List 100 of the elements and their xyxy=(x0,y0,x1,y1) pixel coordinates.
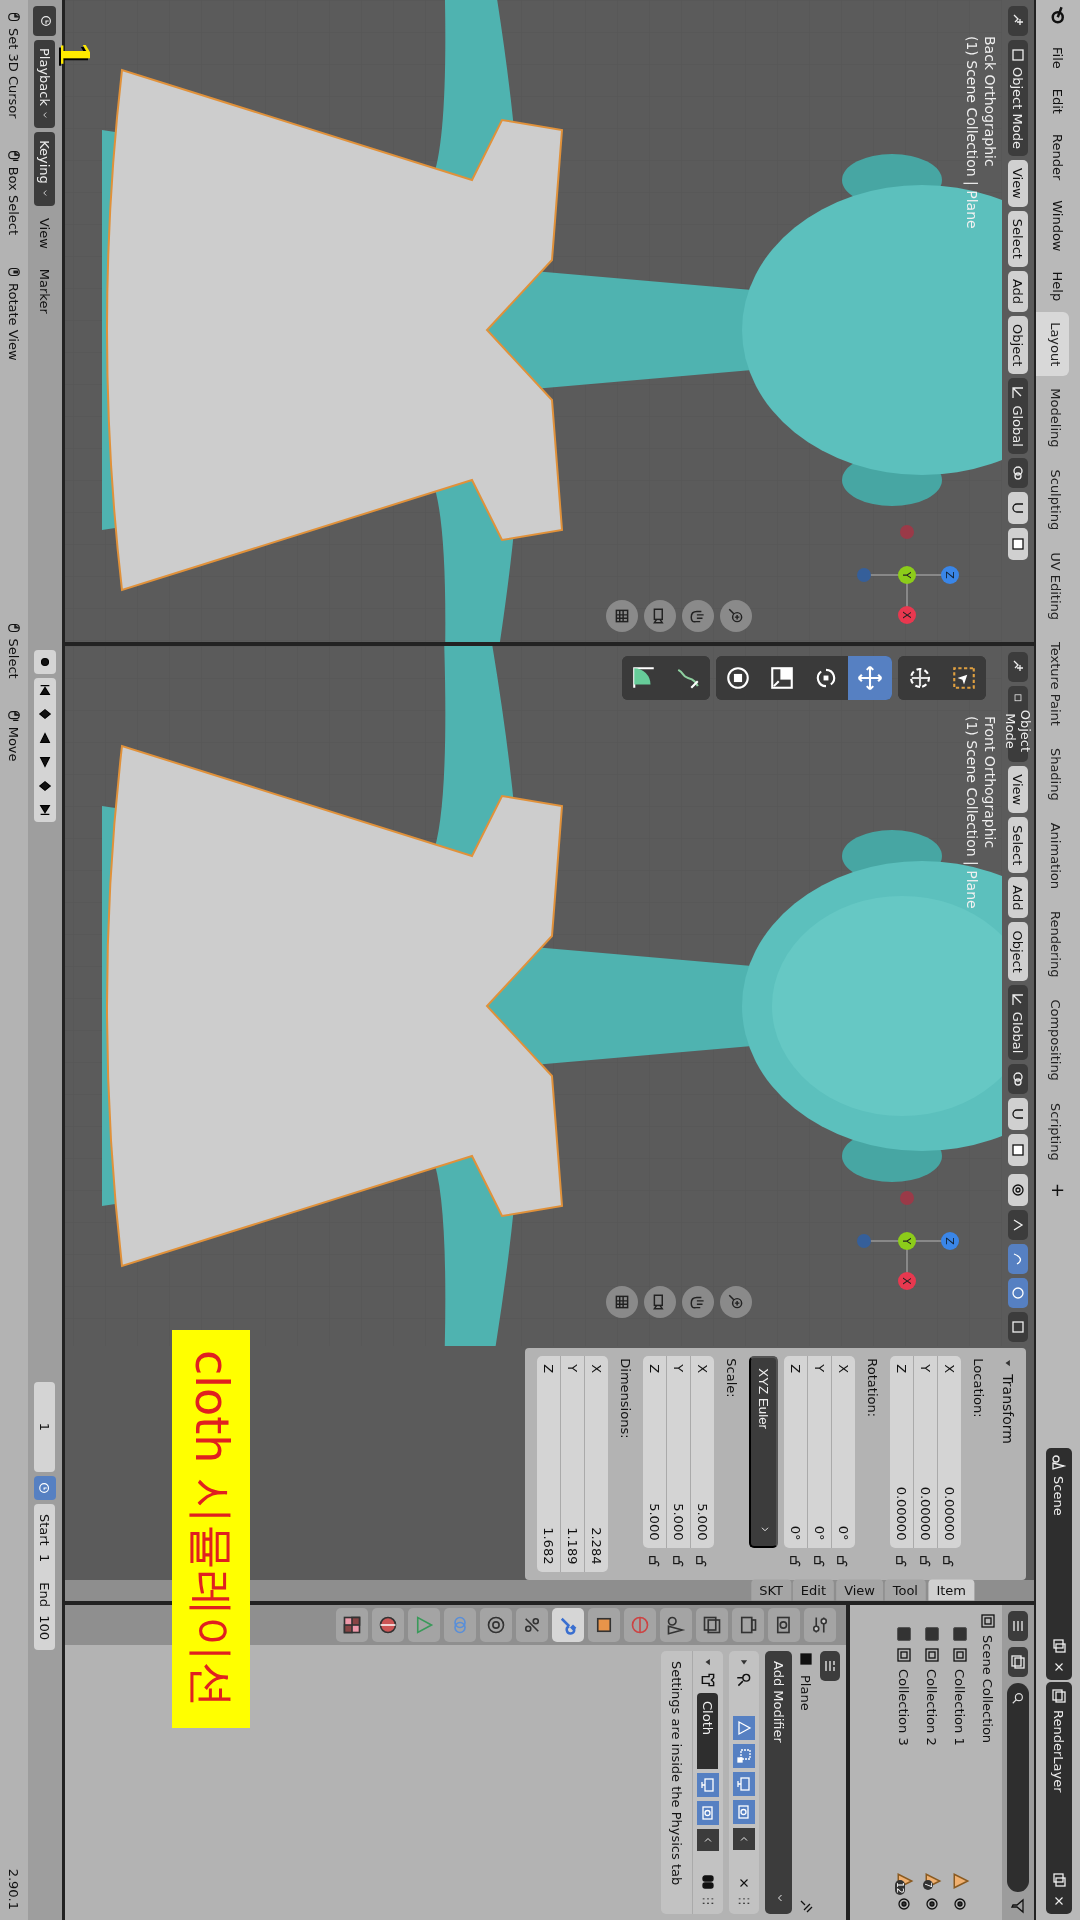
record-button[interactable] xyxy=(34,649,56,674)
properties-tab[interactable] xyxy=(516,1608,548,1642)
modifier-menu-button[interactable] xyxy=(733,1827,755,1850)
physics-toggle-icon[interactable] xyxy=(700,1874,716,1890)
sidebar-tab[interactable]: Item xyxy=(928,1580,974,1601)
shading-button[interactable] xyxy=(1008,1278,1028,1309)
timeline-menu[interactable]: Playback xyxy=(34,40,56,129)
viewport-menu[interactable]: Add xyxy=(1008,877,1028,919)
number-field[interactable]: X 0.00000 xyxy=(938,1356,961,1549)
menu-item[interactable]: Render xyxy=(1036,124,1071,190)
unlock-icon[interactable] xyxy=(671,1554,686,1569)
timeline-menu[interactable]: View xyxy=(34,209,56,257)
unlock-icon[interactable] xyxy=(812,1554,827,1569)
unlock-icon[interactable] xyxy=(918,1554,933,1569)
toggle-button[interactable] xyxy=(733,1743,755,1768)
number-field[interactable]: Y 0.00000 xyxy=(914,1356,937,1549)
number-field[interactable]: Z 0° xyxy=(784,1356,807,1549)
toggle-button[interactable] xyxy=(733,1715,755,1740)
properties-tab[interactable] xyxy=(372,1608,404,1642)
scene-selector[interactable]: Scene xyxy=(1046,1448,1072,1680)
eye-icon[interactable] xyxy=(896,1896,912,1912)
menu-item[interactable]: Window xyxy=(1036,191,1071,261)
move-icon[interactable] xyxy=(857,665,883,691)
gizmo-button[interactable] xyxy=(1008,1210,1028,1241)
add-workspace-button[interactable]: + xyxy=(1036,1172,1075,1208)
outliner-item[interactable]: Collection 2 xyxy=(924,1669,940,1866)
checkbox[interactable] xyxy=(953,1627,967,1641)
workspace-tab[interactable]: Modeling xyxy=(1036,378,1069,458)
number-field[interactable]: Y 5.000 xyxy=(667,1356,690,1549)
panel-title[interactable]: Transform xyxy=(1000,1374,1016,1444)
number-field[interactable]: Z 5.000 xyxy=(643,1356,666,1549)
editor-type-button[interactable] xyxy=(820,1651,840,1681)
toggle-button[interactable] xyxy=(697,1801,719,1825)
pivot-dropdown[interactable] xyxy=(1008,1064,1028,1095)
sidebar-tab[interactable]: SKT xyxy=(751,1580,792,1601)
snap-button[interactable] xyxy=(1008,1098,1028,1131)
properties-tab[interactable] xyxy=(804,1608,836,1642)
workspace-tab[interactable]: Animation xyxy=(1036,812,1069,899)
eye-icon[interactable] xyxy=(952,1896,968,1912)
editor-type-button[interactable] xyxy=(1008,652,1028,682)
viewport-menu[interactable]: Select xyxy=(1008,817,1028,874)
unlock-icon[interactable] xyxy=(788,1554,803,1569)
properties-tab[interactable] xyxy=(588,1608,620,1642)
sidebar-tab[interactable]: Tool xyxy=(885,1580,927,1601)
snap-button[interactable] xyxy=(1008,491,1028,524)
toggle-button[interactable] xyxy=(733,1771,755,1796)
number-field[interactable]: Y 1.189 xyxy=(561,1356,584,1573)
properties-tab[interactable] xyxy=(660,1608,692,1642)
sidebar-tab[interactable]: View xyxy=(836,1580,884,1601)
number-field[interactable]: Y 0° xyxy=(808,1356,831,1549)
checkbox[interactable] xyxy=(897,1627,911,1641)
menu-item[interactable]: File xyxy=(1036,38,1071,78)
pin-icon[interactable] xyxy=(798,1898,814,1914)
viewport-menu[interactable]: Select xyxy=(1008,210,1028,267)
timeline-menu[interactable]: Marker xyxy=(34,260,56,322)
select-box-icon[interactable] xyxy=(951,665,977,691)
proportional-button[interactable] xyxy=(1008,1134,1028,1167)
overlay-button[interactable] xyxy=(1008,1244,1028,1275)
filter-icon[interactable] xyxy=(1010,1898,1026,1914)
outliner-item[interactable]: Collection 1 xyxy=(952,1669,968,1866)
viewport-menu[interactable]: Object xyxy=(1008,922,1028,981)
modifier-name-field[interactable]: Cloth xyxy=(697,1693,719,1769)
viewport-menu[interactable]: View xyxy=(1008,766,1028,814)
number-field[interactable]: X 2.284 xyxy=(585,1356,608,1573)
editor-type-button[interactable] xyxy=(33,6,57,36)
outliner-item[interactable]: Collection 3 xyxy=(896,1669,912,1866)
eye-icon[interactable] xyxy=(924,1896,940,1912)
viewport-menu[interactable]: View xyxy=(1008,159,1028,207)
sidebar-tab[interactable]: Edit xyxy=(793,1580,835,1601)
unlock-icon[interactable] xyxy=(894,1554,909,1569)
properties-tab[interactable] xyxy=(732,1608,764,1642)
workspace-tab[interactable]: Sculpting xyxy=(1036,459,1069,541)
timeline-menu[interactable]: Keying xyxy=(34,132,56,206)
workspace-tab[interactable]: Rendering xyxy=(1036,901,1069,988)
cursor-icon[interactable] xyxy=(907,665,933,691)
visibility-button[interactable] xyxy=(1008,1174,1028,1207)
axis-gizmo-drawing[interactable]: Z Y X xyxy=(852,520,962,630)
orientation-dropdown[interactable]: Global xyxy=(1008,984,1028,1061)
workspace-tab[interactable]: UV Editing xyxy=(1036,542,1069,630)
add-modifier-dropdown[interactable]: Add Modifier xyxy=(765,1651,792,1914)
number-field[interactable]: Z 0.00000 xyxy=(890,1356,913,1549)
workspace-tab[interactable]: Shading xyxy=(1036,737,1069,811)
current-frame-field[interactable]: 1 xyxy=(34,1381,56,1472)
number-field[interactable]: Z 1.682 xyxy=(537,1356,560,1573)
workspace-tab[interactable]: Scripting xyxy=(1036,1092,1069,1171)
proportional-button[interactable] xyxy=(1008,527,1028,560)
menu-item[interactable]: Help xyxy=(1036,262,1071,311)
outliner-item[interactable]: Scene Collection xyxy=(980,1635,996,1912)
pivot-dropdown[interactable] xyxy=(1008,457,1028,488)
number-field[interactable]: X 5.000 xyxy=(691,1356,714,1549)
workspace-tab[interactable]: Compositing xyxy=(1036,989,1069,1091)
properties-tab[interactable] xyxy=(768,1608,800,1642)
mode-dropdown[interactable]: Object Mode xyxy=(1008,40,1028,156)
editor-type-button[interactable] xyxy=(1008,1611,1028,1641)
workspace-tab[interactable]: Layout xyxy=(1036,312,1069,377)
view-layer-selector[interactable]: RenderLayer xyxy=(1046,1682,1072,1914)
toggle-button[interactable] xyxy=(697,1773,719,1797)
orientation-dropdown[interactable]: Global xyxy=(1008,378,1028,454)
workspace-tab[interactable]: Texture Paint xyxy=(1036,632,1069,736)
search-field[interactable] xyxy=(1007,1683,1029,1892)
